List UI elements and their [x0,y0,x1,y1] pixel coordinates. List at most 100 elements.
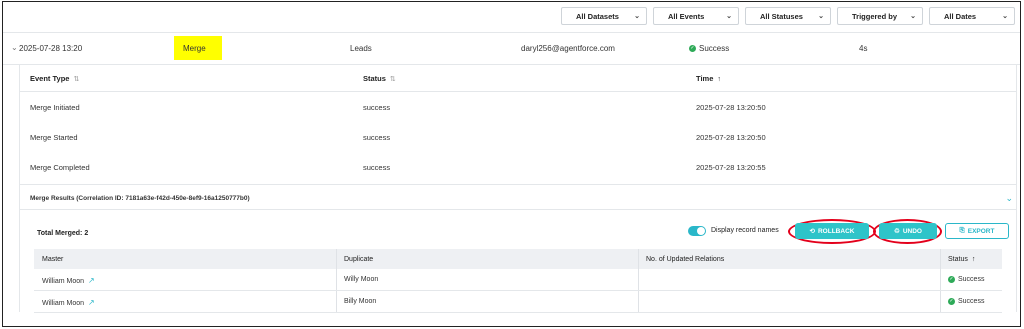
sort-up-icon[interactable]: ↑ [972,256,976,263]
master-name: William Moon [42,300,85,307]
external-link-icon[interactable]: ↗ [88,298,95,307]
event-status-cell: success [363,163,391,172]
recycle-icon: ♲ [894,228,900,235]
summary-action: Merge [183,44,206,53]
relations-header[interactable]: No. of Updated Relations [646,256,724,263]
event-type-cell: Merge Completed [30,163,90,172]
event-time-cell: 2025-07-28 13:20:55 [696,163,766,172]
status-header[interactable]: Status ⇅ [363,74,396,83]
event-type-header[interactable]: Event Type ⇅ [30,74,79,83]
sort-up-icon[interactable]: ↑ [717,76,721,83]
column-divider [336,249,337,269]
status-cell: ✓ Success [948,276,984,283]
master-cell: William Moon ↗ [42,298,95,307]
merge-results-header[interactable]: Merge Results (Correlation ID: 7181a63e-… [20,184,1016,210]
sort-icon[interactable]: ⇅ [390,76,396,83]
statuses-filter-label: All Statuses [760,11,803,21]
status-label: Success [958,276,985,283]
events-filter[interactable]: All Events ⌄ [653,7,739,25]
sort-icon[interactable]: ⇅ [73,76,79,83]
event-type-cell: Merge Initiated [30,103,80,112]
master-cell: William Moon ↗ [42,276,95,285]
check-circle-icon: ✓ [948,298,955,305]
summary-user: daryl256@agentforce.com [521,44,615,53]
export-button[interactable]: ⎘ EXPORT [945,223,1009,239]
events-filter-label: All Events [668,11,705,21]
datasets-filter[interactable]: All Datasets ⌄ [561,7,647,25]
chevron-down-icon: ⌄ [634,13,640,20]
summary-status-label: Success [699,44,730,53]
column-divider [638,269,639,290]
event-row: Merge Initiated success 2025-07-28 13:20… [20,93,1016,123]
event-type-cell: Merge Started [30,133,78,142]
total-merged: Total Merged: 2 [37,230,89,237]
chevron-down-icon: ⌄ [1002,13,1008,20]
master-name: William Moon [42,278,85,285]
export-file-icon: ⎘ [959,227,965,234]
column-divider [638,291,639,312]
summary-duration: 4s [859,44,868,53]
datasets-filter-label: All Datasets [576,11,619,21]
duplicate-header[interactable]: Duplicate [344,256,373,263]
check-circle-icon: ✓ [689,45,696,52]
column-divider [940,269,941,290]
chevron-down-icon: ⌄ [726,13,732,20]
chevron-down-icon[interactable]: ⌄ [11,43,18,52]
column-divider [940,249,941,269]
events-table-header: Event Type ⇅ Status ⇅ Time ↑ [20,64,1016,92]
event-time-cell: 2025-07-28 13:20:50 [696,133,766,142]
statuses-filter[interactable]: All Statuses ⌄ [745,7,831,25]
status-cell: ✓ Success [948,298,984,305]
column-divider [638,249,639,269]
duplicate-cell: Willy Moon [344,276,379,283]
display-names-toggle[interactable] [688,226,706,236]
triggered-by-filter-label: Triggered by [852,11,898,21]
screen-frame: All Datasets ⌄ All Events ⌄ All Statuses ⌄ … [2,1,1021,327]
duplicate-cell: Billy Moon [344,298,377,305]
chevron-down-icon[interactable]: ⌄ [1005,193,1013,204]
summary-timestamp: 2025-07-28 13:20 [19,44,83,53]
merge-results-panel: Total Merged: 2 Display record names ⟲ RO… [34,210,1009,313]
chevron-down-icon: ⌄ [818,13,824,20]
display-names-label: Display record names [711,227,779,234]
summary-status: ✓ Success [689,44,729,53]
merge-results-table: Master Duplicate No. of Updated Relation… [34,249,1002,313]
export-label: EXPORT [967,227,995,235]
status-label: Success [958,298,985,305]
event-status-cell: success [363,133,391,142]
undo-label: UNDO [902,227,922,235]
column-divider [336,291,337,312]
column-divider [940,291,941,312]
event-row: Merge Completed success 2025-07-28 13:20… [20,153,1016,183]
rollback-icon: ⟲ [809,228,815,235]
detail-panel: Event Type ⇅ Status ⇅ Time ↑ Merge Initiate… [19,64,1017,313]
event-time-cell: 2025-07-28 13:20:50 [696,103,766,112]
action-highlight: Merge [174,36,222,60]
time-header[interactable]: Time ↑ [696,74,721,83]
undo-button[interactable]: ♲ UNDO [879,223,937,239]
merge-table-header: Master Duplicate No. of Updated Relation… [34,249,1002,269]
table-row: William Moon ↗ Willy Moon ✓ Success [34,269,1002,291]
filter-bar: All Datasets ⌄ All Events ⌄ All Statuses ⌄ … [561,7,1015,25]
triggered-by-filter[interactable]: Triggered by ⌄ [837,7,923,25]
dates-filter[interactable]: All Dates ⌄ [929,7,1015,25]
dates-filter-label: All Dates [944,11,977,21]
time-header-label: Time [696,74,714,83]
status-header[interactable]: Status ↑ [948,256,975,263]
event-row: Merge Started success 2025-07-28 13:20:5… [20,123,1016,153]
column-divider [336,269,337,290]
status-header-label: Status [363,74,386,83]
event-status-cell: success [363,103,391,112]
rollback-label: ROLLBACK [817,227,855,235]
event-type-header-label: Event Type [30,74,70,83]
status-header-label: Status [948,256,968,263]
log-summary-row[interactable]: ⌄ 2025-07-28 13:20 Merge Leads daryl256@… [3,33,1020,64]
rollback-button[interactable]: ⟲ ROLLBACK [795,223,869,239]
chevron-down-icon: ⌄ [910,13,916,20]
external-link-icon[interactable]: ↗ [88,276,95,285]
check-circle-icon: ✓ [948,276,955,283]
merge-results-title: Merge Results (Correlation ID: 7181a63e-… [30,195,250,202]
table-row: William Moon ↗ Billy Moon ✓ Success [34,291,1002,313]
master-header[interactable]: Master [42,256,63,263]
summary-dataset: Leads [350,44,372,53]
